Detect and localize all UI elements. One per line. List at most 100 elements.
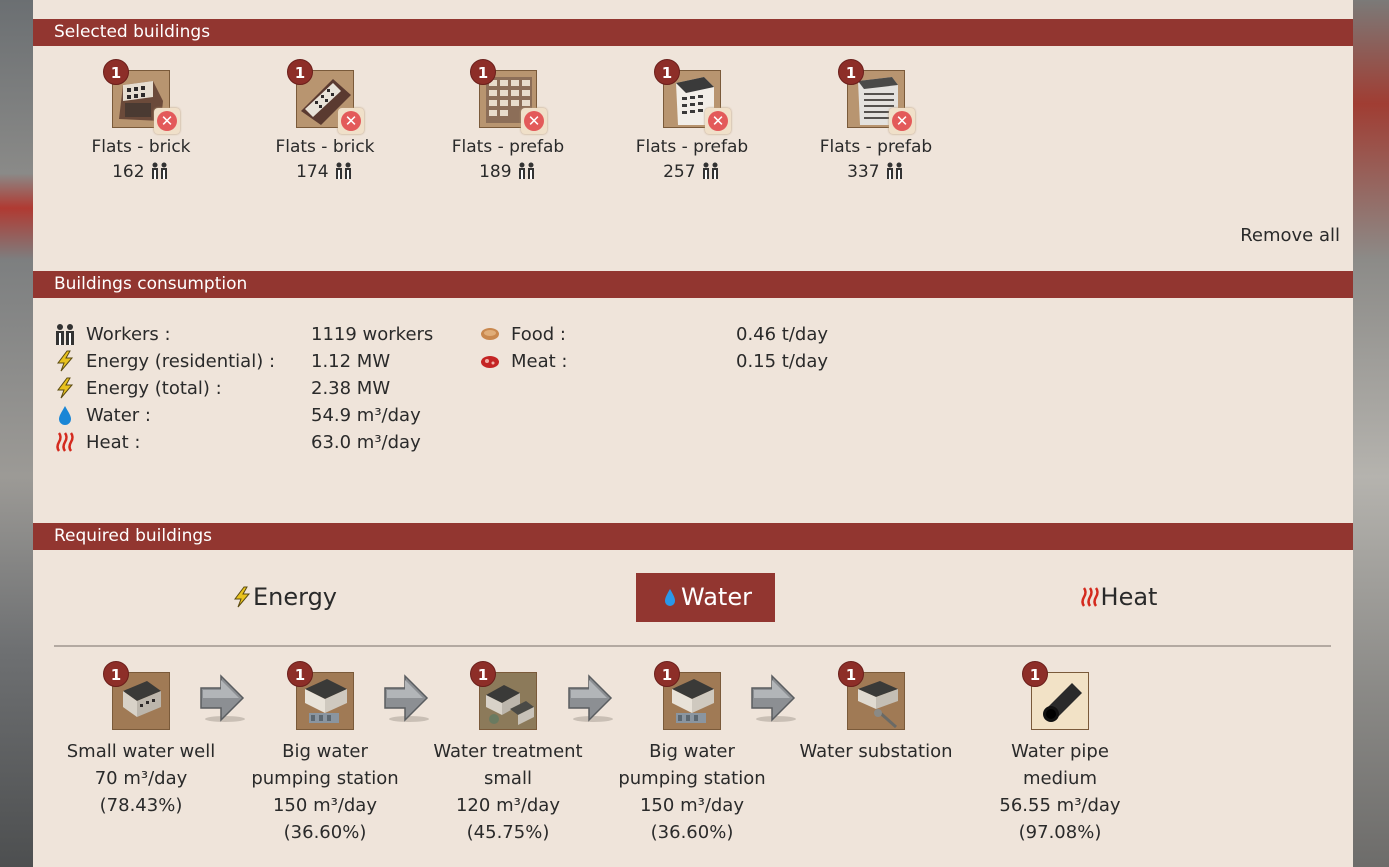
building-capacity: 150 m³/day	[272, 795, 377, 816]
required-building-info: Water pipe medium 56.55 m³/day (97.08%)	[968, 738, 1152, 846]
consumption-value: 1.12 MW	[311, 351, 391, 372]
workers-icon	[56, 324, 74, 345]
water-drop-icon	[665, 589, 676, 606]
consumption-label: Food :	[511, 324, 566, 345]
remove-building-button[interactable]: ✕	[889, 108, 915, 134]
close-icon: ✕	[711, 112, 725, 130]
tab-heat[interactable]: Heat	[1053, 573, 1183, 622]
workers-count: 162	[112, 162, 145, 182]
building-workers: 174	[240, 162, 410, 182]
count-badge: 1	[103, 59, 129, 85]
energy-icon	[57, 350, 74, 372]
workers-count: 257	[663, 162, 696, 182]
building-workers: 189	[423, 162, 593, 182]
building-name: Flats - prefab	[819, 137, 933, 157]
required-building-info: Water substation	[784, 738, 968, 765]
count-badge: 1	[103, 661, 129, 687]
remove-all-link[interactable]: Remove all	[1240, 225, 1340, 246]
consumption-value: 0.15 t/day	[736, 351, 829, 372]
tab-label: Energy	[252, 583, 338, 611]
consumption-label: Workers :	[86, 324, 171, 345]
building-capacity: 56.55 m³/day	[999, 795, 1121, 816]
chain-arrow-icon	[200, 674, 245, 722]
workers-count: 337	[847, 162, 880, 182]
building-name: Flats - brick	[275, 137, 375, 157]
building-usage-percent: (45.75%)	[466, 822, 550, 843]
remove-building-button[interactable]: ✕	[521, 108, 547, 134]
count-badge: 1	[470, 59, 496, 85]
building-usage-percent: (78.43%)	[99, 795, 183, 816]
consumption-label: Energy (total) :	[86, 378, 222, 399]
count-badge: 1	[838, 661, 864, 687]
buildings-consumption-header: Buildings consumption	[33, 271, 1353, 298]
chain-arrow-icon	[751, 674, 796, 722]
building-info-panel: Selected buildings 1 ✕ Flats - brick 162…	[33, 0, 1353, 867]
consumption-value: 63.0 m³/day	[311, 432, 421, 453]
heat-icon	[56, 432, 74, 452]
building-capacity: 150 m³/day	[639, 795, 744, 816]
building-workers: 162	[56, 162, 226, 182]
selected-buildings-header: Selected buildings	[33, 19, 1353, 46]
tab-label: Water	[681, 583, 752, 611]
building-name: Water treatment	[433, 741, 583, 762]
workers-icon	[886, 162, 902, 179]
heat-icon	[1080, 587, 1099, 607]
background-scene-left	[0, 0, 33, 867]
required-building-info: Water treatment small 120 m³/day (45.75%…	[416, 738, 600, 846]
required-building-info: Small water well 70 m³/day (78.43%)	[49, 738, 233, 819]
energy-icon	[57, 377, 74, 399]
building-name-line2: small	[484, 768, 532, 789]
consumption-value: 54.9 m³/day	[311, 405, 421, 426]
building-name: Small water well	[66, 741, 216, 762]
required-building-info: Big water pumping station 150 m³/day (36…	[233, 738, 417, 846]
remove-building-button[interactable]: ✕	[338, 108, 364, 134]
chain-arrow-icon	[384, 674, 429, 722]
consumption-label: Meat :	[511, 351, 568, 372]
remove-building-button[interactable]: ✕	[154, 108, 180, 134]
building-name-line2: pumping station	[618, 768, 766, 789]
building-usage-percent: (97.08%)	[1018, 822, 1102, 843]
consumption-value: 0.46 t/day	[736, 324, 829, 345]
count-badge: 1	[838, 59, 864, 85]
close-icon: ✕	[160, 112, 174, 130]
close-icon: ✕	[527, 112, 541, 130]
close-icon: ✕	[344, 112, 358, 130]
tab-water[interactable]: Water	[636, 573, 775, 622]
building-capacity: 120 m³/day	[455, 795, 560, 816]
consumption-label: Water :	[86, 405, 151, 426]
food-icon	[481, 328, 499, 340]
tab-energy[interactable]: Energy	[219, 573, 349, 622]
building-name: Water substation	[799, 741, 953, 762]
energy-icon	[233, 586, 251, 608]
building-name: Flats - prefab	[635, 137, 749, 157]
count-badge: 1	[654, 661, 680, 687]
chain-arrow-icon	[568, 674, 613, 722]
consumption-label: Heat :	[86, 432, 141, 453]
workers-count: 174	[296, 162, 329, 182]
building-name: Flats - brick	[91, 137, 191, 157]
tab-label: Heat	[1100, 583, 1158, 611]
background-scene-right	[1353, 0, 1389, 867]
remove-building-button[interactable]: ✕	[705, 108, 731, 134]
count-badge: 1	[287, 59, 313, 85]
count-badge: 1	[470, 661, 496, 687]
consumption-value: 1119 workers	[311, 324, 434, 345]
close-icon: ✕	[895, 112, 909, 130]
building-capacity: 70 m³/day	[94, 768, 188, 789]
consumption-label: Energy (residential) :	[86, 351, 276, 372]
meat-icon	[481, 356, 499, 368]
workers-icon	[702, 162, 718, 179]
required-building-info: Big water pumping station 150 m³/day (36…	[600, 738, 784, 846]
building-usage-percent: (36.60%)	[650, 822, 734, 843]
building-name: Big water	[649, 741, 735, 762]
workers-icon	[335, 162, 351, 179]
workers-icon	[151, 162, 167, 179]
tab-divider	[54, 645, 1331, 647]
building-workers: 337	[791, 162, 961, 182]
building-name-line2: medium	[1023, 768, 1097, 789]
building-name: Water pipe	[1011, 741, 1109, 762]
count-badge: 1	[1022, 661, 1048, 687]
building-name: Big water	[282, 741, 368, 762]
building-name: Flats - prefab	[451, 137, 565, 157]
building-workers: 257	[607, 162, 777, 182]
